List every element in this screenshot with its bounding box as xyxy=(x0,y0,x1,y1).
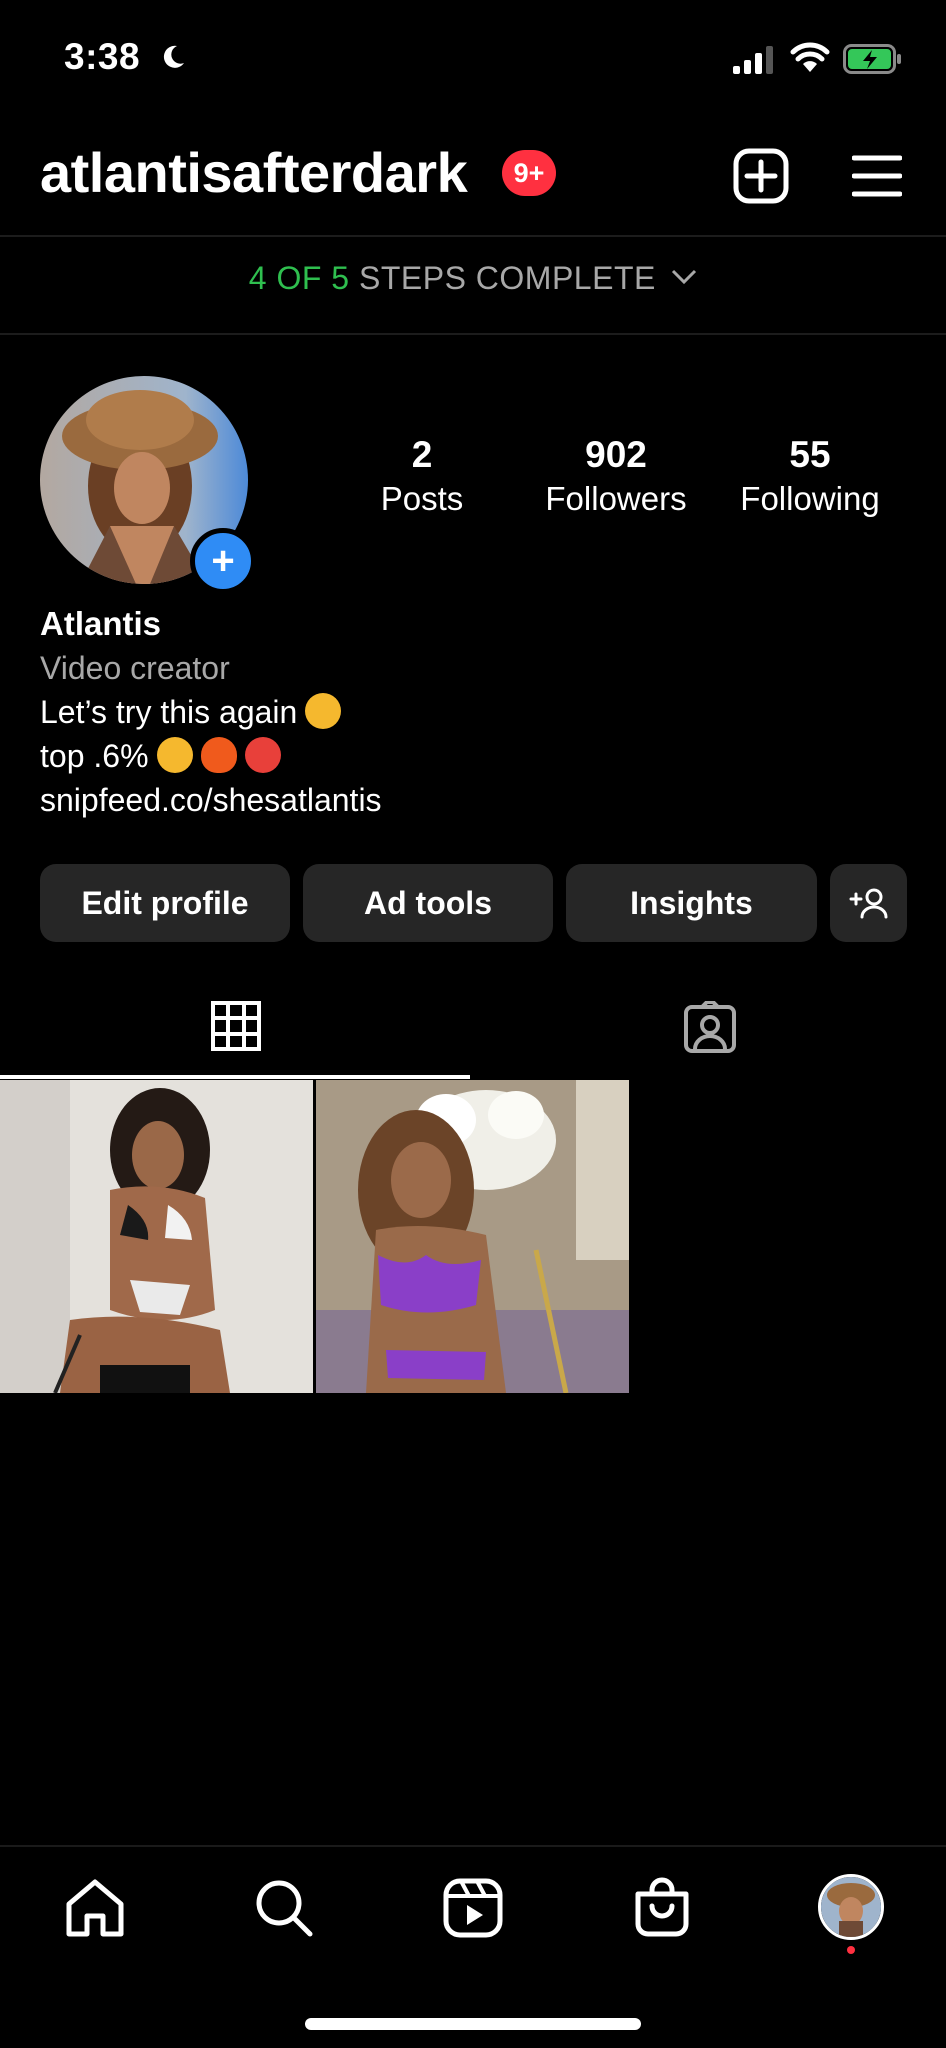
active-tab-indicator xyxy=(0,1075,470,1079)
reels-icon[interactable] xyxy=(441,1876,505,1940)
discover-people-button[interactable] xyxy=(830,864,907,942)
steps-rest-text: STEPS COMPLETE xyxy=(358,260,656,296)
nav-divider xyxy=(0,1845,946,1847)
bio-link[interactable]: snipfeed.co/shesatlantis xyxy=(40,778,382,822)
search-icon[interactable] xyxy=(252,1876,316,1940)
post-thumbnail[interactable] xyxy=(0,1080,313,1393)
followers-stat[interactable]: 902 Followers xyxy=(526,434,706,518)
woozy-face-emoji xyxy=(305,693,342,729)
add-story-button[interactable]: + xyxy=(190,528,256,594)
following-stat[interactable]: 55 Following xyxy=(720,434,900,518)
wifi-icon xyxy=(790,42,830,72)
chevron-down-icon xyxy=(672,269,697,285)
header-divider xyxy=(0,235,946,237)
steps-done-text: 4 OF 5 xyxy=(248,260,350,296)
hot-face-emoji xyxy=(244,737,281,773)
status-time: 3:38 xyxy=(64,36,141,77)
add-person-icon xyxy=(849,888,887,919)
bio-line-2-text: top .6% xyxy=(40,738,149,774)
post-thumbnail[interactable] xyxy=(316,1080,629,1393)
posts-stat[interactable]: 2 Posts xyxy=(332,434,512,518)
tagged-icon[interactable] xyxy=(683,1001,737,1053)
display-name: Atlantis xyxy=(40,605,162,642)
bio-line-1: Let’s try this again xyxy=(40,690,342,734)
grid-icon[interactable] xyxy=(211,1001,261,1051)
notification-badge[interactable]: 9+ xyxy=(502,150,556,196)
ad-tools-button[interactable]: Ad tools xyxy=(303,864,553,942)
following-count: 55 xyxy=(789,434,831,475)
posts-label: Posts xyxy=(380,480,464,517)
insights-button[interactable]: Insights xyxy=(566,864,817,942)
activity-dot xyxy=(847,1946,855,1954)
fire-emoji xyxy=(200,737,237,773)
peeking-face-emoji xyxy=(156,737,193,773)
shop-icon[interactable] xyxy=(630,1876,694,1940)
profile-tab-avatar[interactable] xyxy=(818,1874,884,1940)
profile-steps-banner[interactable]: 4 OF 5 STEPS COMPLETE xyxy=(0,260,946,297)
home-icon[interactable] xyxy=(63,1876,127,1940)
menu-icon[interactable] xyxy=(852,154,902,198)
followers-count: 902 xyxy=(585,434,647,475)
new-post-icon[interactable] xyxy=(733,148,789,204)
posts-count: 2 xyxy=(411,434,433,475)
bio-line-2: top .6% xyxy=(40,734,281,778)
followers-label: Followers xyxy=(545,480,687,517)
battery-icon xyxy=(843,44,901,74)
steps-divider xyxy=(0,333,946,335)
bio-line-1-text: Let’s try this again xyxy=(40,694,298,730)
home-indicator xyxy=(305,2018,641,2030)
username-switcher[interactable]: atlantisafterdark xyxy=(40,140,468,205)
following-label: Following xyxy=(740,480,880,517)
category-label: Video creator xyxy=(40,650,230,686)
moon-icon xyxy=(163,45,184,68)
signal-icon xyxy=(733,46,773,74)
edit-profile-button[interactable]: Edit profile xyxy=(40,864,290,942)
